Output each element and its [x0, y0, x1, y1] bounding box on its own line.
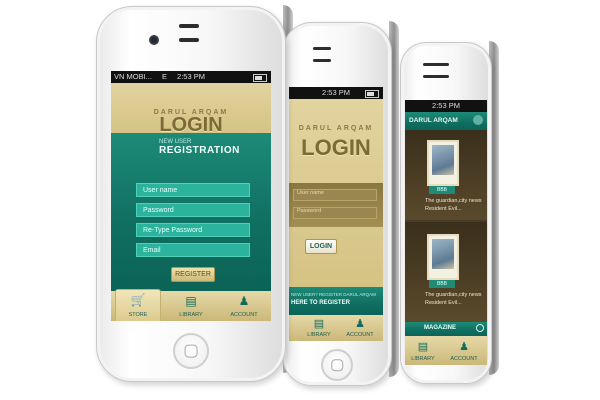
home-button[interactable] — [173, 333, 209, 369]
username-input[interactable]: User name — [136, 183, 250, 197]
tab-label: ACCOUNT — [346, 332, 374, 338]
brand-title: DARUL ARQAM — [409, 117, 458, 124]
user-icon: ♟ — [238, 294, 250, 308]
status-bar: 2:53 PM — [289, 87, 383, 99]
password-field[interactable]: Password — [293, 207, 377, 219]
phone-2: 2:53 PM DARUL ARQAM LOGIN User name Pass… — [282, 21, 399, 386]
list-item[interactable]: BBB The guardian,city news Resident Evil… — [405, 130, 487, 220]
earpiece-speaker — [179, 24, 199, 28]
register-prompt: NEW USER? REGISTER DARUL ARQAM — [291, 292, 376, 297]
item-subcaption: Resident Evil... — [425, 206, 462, 212]
login-button[interactable]: LOGIN — [305, 239, 337, 254]
phone-3: 2:53 PM DARUL ARQAM BBB The guardian,cit… — [400, 41, 499, 384]
cart-icon: 🛒 — [130, 293, 146, 307]
tab-label: LIBRARY — [411, 356, 435, 362]
battery-icon — [253, 74, 267, 82]
item-badge: BBB — [429, 280, 455, 288]
status-bar: VN MOBI... E 2:53 PM — [111, 71, 271, 83]
tab-label: ACCOUNT — [230, 312, 258, 318]
phone-1-screen: VN MOBI... E 2:53 PM DARUL ARQAM LOGIN N… — [111, 71, 271, 321]
tab-label: LIBRARY — [307, 332, 331, 338]
phone-1: VN MOBI... E 2:53 PM DARUL ARQAM LOGIN N… — [96, 5, 293, 382]
cover-image — [432, 145, 454, 175]
item-badge: BBB — [429, 186, 455, 194]
registration-panel: NEW USER REGISTRATION User name Password… — [111, 133, 271, 285]
tab-library[interactable]: ▤ LIBRARY — [405, 336, 441, 365]
tab-library[interactable]: ▤ LIBRARY — [301, 315, 337, 341]
tab-account[interactable]: ♟ ACCOUNT — [341, 315, 379, 341]
earpiece-speaker — [313, 47, 331, 50]
magazine-cover — [427, 140, 459, 186]
book-icon: ▤ — [417, 341, 429, 353]
page-title: LOGIN — [301, 135, 371, 160]
battery-icon — [365, 90, 379, 98]
section-bar: MAGAZINE — [405, 322, 487, 336]
tab-account[interactable]: ♟ ACCOUNT — [221, 291, 267, 321]
earpiece-speaker — [179, 38, 199, 42]
status-time: 2:53 PM — [177, 72, 205, 81]
credentials-band: User name Password — [289, 183, 383, 227]
user-icon: ♟ — [459, 341, 469, 353]
book-icon: ▤ — [313, 318, 325, 330]
tab-label: LIBRARY — [179, 312, 203, 318]
item-caption: The guardian,city news — [425, 198, 482, 204]
phone-3-screen: 2:53 PM DARUL ARQAM BBB The guardian,cit… — [405, 100, 487, 365]
home-button[interactable] — [321, 349, 353, 381]
registration-title: REGISTRATION — [159, 145, 240, 156]
status-time: 2:53 PM — [432, 101, 460, 110]
brand-subtitle: DARUL ARQAM — [298, 125, 374, 132]
retype-password-input[interactable]: Re-Type Password — [136, 223, 250, 237]
tab-bar: ▤ LIBRARY ♟ ACCOUNT — [289, 315, 383, 341]
tab-label: STORE — [128, 312, 148, 318]
tab-label: ACCOUNT — [450, 356, 478, 362]
earpiece-speaker — [423, 63, 449, 66]
email-input[interactable]: Email — [136, 243, 250, 257]
phone-2-screen: 2:53 PM DARUL ARQAM LOGIN User name Pass… — [289, 87, 383, 341]
earpiece-speaker — [423, 75, 449, 78]
item-subcaption: Resident Evil... — [425, 300, 462, 306]
front-camera — [149, 35, 159, 45]
tab-store[interactable]: 🛒 STORE — [115, 289, 161, 321]
section-title: MAGAZINE — [424, 325, 456, 331]
register-banner[interactable]: NEW USER? REGISTER DARUL ARQAM HERE TO R… — [289, 287, 383, 315]
cover-image — [432, 239, 454, 269]
user-icon: ♟ — [355, 318, 365, 330]
item-caption: The guardian,city news — [425, 292, 482, 298]
tab-account[interactable]: ♟ ACCOUNT — [441, 336, 487, 365]
username-field[interactable]: User name — [293, 189, 377, 201]
search-icon[interactable] — [476, 324, 484, 332]
app-header: DARUL ARQAM — [405, 112, 487, 130]
magazine-cover — [427, 234, 459, 280]
header-panel: DARUL ARQAM LOGIN — [111, 83, 271, 136]
login-panel: DARUL ARQAM LOGIN User name Password LOG… — [289, 99, 383, 287]
tab-bar: 🛒 STORE ▤ LIBRARY ♟ ACCOUNT — [111, 289, 271, 321]
tab-library[interactable]: ▤ LIBRARY — [169, 291, 213, 321]
register-button[interactable]: REGISTER — [171, 267, 215, 282]
earpiece-speaker — [313, 59, 331, 62]
menu-icon[interactable] — [473, 115, 483, 125]
tab-bar: ▤ LIBRARY ♟ ACCOUNT — [405, 336, 487, 365]
list-item[interactable]: BBB The guardian,city news Resident Evil… — [405, 222, 487, 322]
book-icon: ▤ — [185, 294, 197, 308]
register-link[interactable]: HERE TO REGISTER — [291, 300, 383, 306]
password-input[interactable]: Password — [136, 203, 250, 217]
status-bar: 2:53 PM — [405, 100, 487, 112]
